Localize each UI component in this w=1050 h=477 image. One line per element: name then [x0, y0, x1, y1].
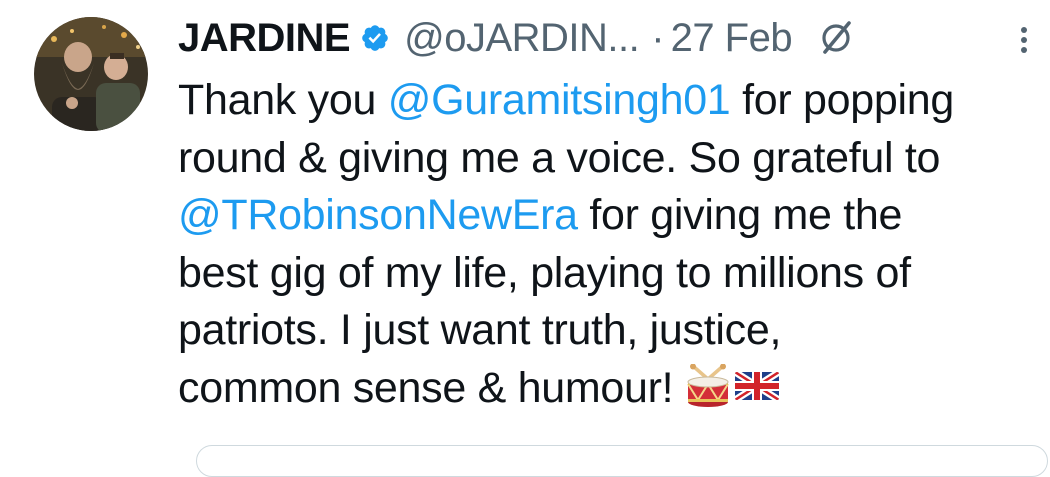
author-handle[interactable]: @oJARDIN...	[404, 16, 640, 61]
union-jack-flag-icon	[733, 364, 779, 408]
tweet-date[interactable]: 27 Feb	[671, 16, 793, 61]
quoted-content-card-edge[interactable]	[196, 445, 1048, 477]
display-name[interactable]: JARDINE	[178, 16, 351, 61]
mention-link[interactable]: @TRobinsonNewEra	[178, 191, 578, 239]
verified-badge-icon[interactable]	[360, 23, 390, 53]
text-segment: for popping	[730, 76, 954, 124]
tweet-header: JARDINE @oJARDIN... · 27 Feb	[178, 12, 856, 64]
tweet-line: @TRobinsonNewEra for giving me the	[178, 187, 1038, 245]
tweet-line: round & giving me a voice. So grateful t…	[178, 133, 941, 182]
drum-emoji-icon	[685, 363, 731, 408]
tweet-line: patriots. I just want truth, justice,	[178, 306, 782, 354]
mention-link[interactable]: @Guramitsingh01	[388, 76, 731, 124]
tweet[interactable]: JARDINE @oJARDIN... · 27 Feb Thank you @…	[0, 0, 1050, 477]
tweet-line: common sense & humour!	[178, 360, 1038, 418]
text-segment: for giving me the	[577, 191, 903, 239]
tweet-line: Thank you @Guramitsingh01 for popping	[178, 72, 1038, 130]
text-segment: Thank you	[178, 76, 388, 124]
tweet-text: Thank you @Guramitsingh01 for popping ro…	[178, 72, 1038, 417]
author-avatar[interactable]	[34, 17, 148, 131]
tweet-line: best gig of my life, playing to millions…	[178, 248, 911, 297]
separator-dot: ·	[651, 15, 665, 60]
avatar-photo-icon	[34, 17, 148, 131]
grok-icon[interactable]	[816, 18, 856, 58]
more-vertical-icon[interactable]	[1012, 20, 1036, 60]
text-segment: common sense & humour!	[178, 363, 685, 412]
